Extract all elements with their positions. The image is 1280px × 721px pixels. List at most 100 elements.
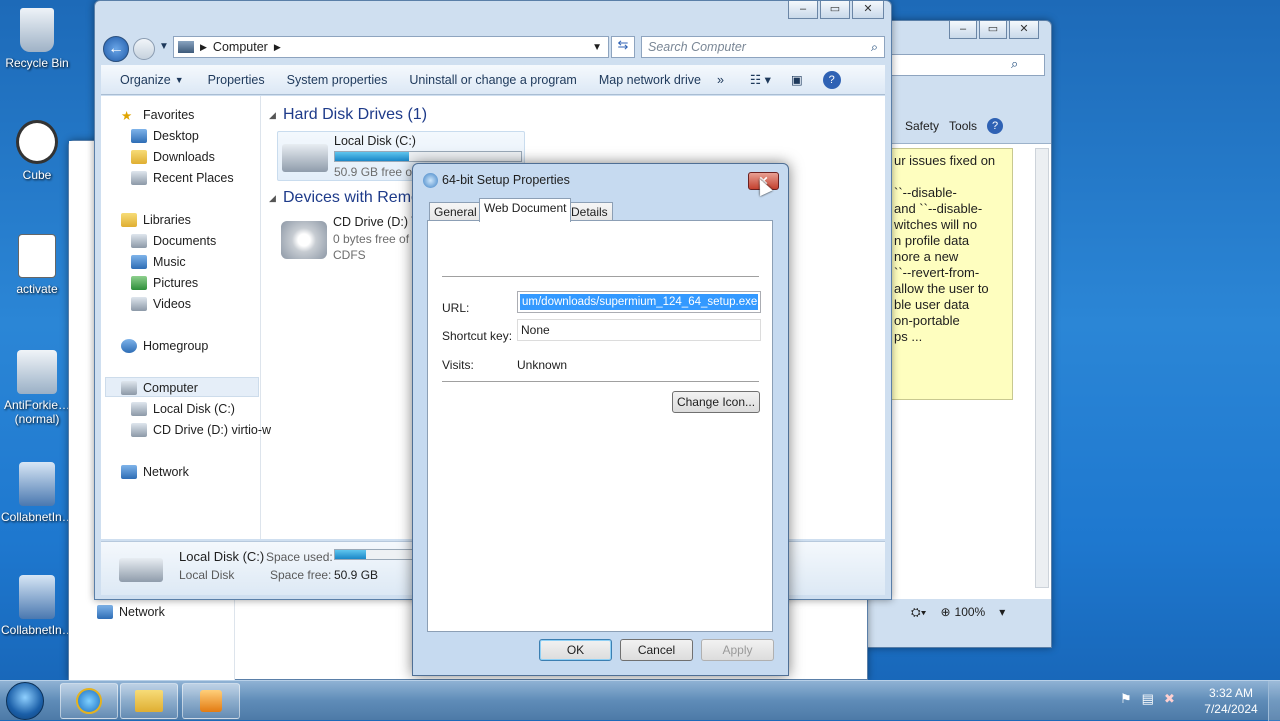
search-input[interactable]: Search Computer ⌕	[641, 36, 885, 58]
shortcut-key-field[interactable]: None	[517, 319, 761, 341]
desktop-icon	[131, 129, 147, 143]
taskbar-media-player[interactable]	[182, 683, 240, 719]
nav-downloads[interactable]: Downloads	[131, 150, 215, 164]
taskbar-internet-explorer[interactable]	[60, 683, 118, 719]
desktop-icon-collabnet-2[interactable]: CollabnetIn…	[1, 575, 74, 637]
search-icon[interactable]: ⌕	[871, 37, 878, 57]
search-icon[interactable]: ⌕	[1011, 56, 1018, 72]
desktop-icon-recycle-bin[interactable]: Recycle Bin	[1, 8, 73, 70]
properties-button[interactable]: Properties	[208, 73, 265, 87]
security-icon[interactable]: ⛭▾	[911, 605, 926, 620]
desktop-icon-antiforkie[interactable]: AntiForkie… (normal)	[1, 350, 73, 426]
uninstall-button[interactable]: Uninstall or change a program	[409, 73, 576, 87]
desktop-icon-label: CollabnetIn…	[1, 623, 74, 637]
preview-pane-icon[interactable]: ▣	[791, 72, 803, 87]
nav-network[interactable]: Network	[121, 465, 189, 479]
taskbar-explorer[interactable]	[120, 683, 178, 719]
tab-web-document[interactable]: Web Document	[479, 198, 572, 222]
nav-homegroup[interactable]: Homegroup	[121, 339, 208, 353]
chevron-down-icon[interactable]: ▼	[159, 41, 169, 52]
volume-muted-icon[interactable]: ✖	[1164, 691, 1175, 707]
nav-computer[interactable]: Computer	[121, 381, 198, 395]
nav-favorites[interactable]: ★ Favorites	[121, 108, 194, 123]
more-commands-button[interactable]: »	[717, 73, 724, 87]
apply-button[interactable]: Apply	[701, 639, 774, 661]
desktop-icon-cube[interactable]: Cube	[1, 120, 73, 182]
desktop-icon-label: Cube	[22, 168, 52, 182]
show-desktop-button[interactable]	[1268, 681, 1280, 721]
safety-menu[interactable]: Safety	[905, 119, 939, 133]
libraries-icon	[121, 213, 137, 227]
cancel-button[interactable]: Cancel	[620, 639, 693, 661]
close-button[interactable]: ✕	[1009, 21, 1039, 39]
space-used-fill	[335, 550, 367, 559]
network-tray-icon[interactable]: ▤	[1142, 691, 1154, 707]
dialog-title: 64-bit Setup Properties	[442, 173, 570, 187]
section-hard-disk-drives[interactable]: Hard Disk Drives (1)	[283, 106, 427, 124]
zoom-level[interactable]: 100%	[955, 605, 986, 619]
nav-documents[interactable]: Documents	[131, 234, 216, 248]
space-free-label: Space free:	[270, 568, 332, 582]
pictures-icon	[131, 276, 147, 290]
media-player-icon	[200, 690, 222, 712]
nav-cd-drive[interactable]: CD Drive (D:) virtio-w	[131, 423, 271, 437]
start-button[interactable]	[6, 682, 44, 720]
map-network-drive-button[interactable]: Map network drive	[599, 73, 701, 87]
help-icon[interactable]: ?	[822, 70, 841, 89]
chevron-down-icon[interactable]: ▼	[592, 42, 602, 53]
section-devices[interactable]: Devices with Remo	[283, 189, 420, 207]
maximize-button[interactable]: ▭	[979, 21, 1007, 39]
system-properties-button[interactable]: System properties	[287, 73, 388, 87]
tab-details[interactable]: Details	[566, 202, 613, 222]
refresh-button[interactable]: ⇆	[611, 36, 635, 58]
address-bar[interactable]	[891, 54, 1045, 76]
space-used-bar	[334, 549, 414, 560]
hard-drive-icon	[131, 402, 147, 416]
view-options-icon[interactable]: ☷ ▾	[750, 72, 771, 87]
change-icon-button[interactable]: Change Icon...	[672, 391, 760, 413]
tools-menu[interactable]: Tools	[949, 119, 977, 133]
breadcrumb[interactable]: Computer	[213, 40, 268, 54]
ok-button[interactable]: OK	[539, 639, 612, 661]
script-icon	[18, 234, 56, 278]
url-field[interactable]: um/downloads/supermium_124_64_setup.exe	[517, 291, 761, 313]
cube-icon	[16, 120, 58, 164]
nav-recent-places[interactable]: Recent Places	[131, 171, 234, 185]
collapse-arrow-icon[interactable]: ◢	[269, 110, 276, 121]
clock[interactable]: 3:32 AM 7/24/2024	[1196, 685, 1266, 717]
address-bar[interactable]: ▶ Computer ▶ ▼	[173, 36, 609, 58]
computer-icon	[178, 41, 194, 53]
organize-button[interactable]: Organize	[120, 73, 171, 87]
hard-drive-icon	[282, 144, 328, 172]
collapse-arrow-icon[interactable]: ◢	[269, 193, 276, 204]
chevron-down-icon[interactable]: ▾	[999, 605, 1005, 619]
forward-button[interactable]	[133, 38, 155, 60]
action-center-flag-icon[interactable]: ⚑	[1120, 691, 1132, 707]
desktop-icon-activate[interactable]: activate	[1, 234, 73, 296]
help-icon[interactable]: ?	[987, 118, 1004, 134]
close-button[interactable]: ✕	[852, 1, 884, 19]
homegroup-icon	[121, 339, 137, 353]
tab-general[interactable]: General	[429, 202, 482, 222]
disk-d-fs: CDFS	[333, 248, 366, 262]
zoom-icon: ⊕	[940, 605, 951, 619]
nav-network[interactable]: Network	[97, 605, 165, 619]
chevron-down-icon: ▼	[174, 74, 184, 85]
visits-value: Unknown	[517, 358, 568, 372]
note-box: ur issues fixed on ``--disable- and ``--…	[891, 148, 1013, 400]
nav-music[interactable]: Music	[131, 255, 186, 269]
minimize-button[interactable]: –	[949, 21, 977, 39]
desktop-icon-collabnet-1[interactable]: CollabnetIn…	[1, 462, 74, 524]
navigation-pane: ★ Favorites Desktop Downloads Recent Plac…	[101, 96, 271, 539]
nav-libraries[interactable]: Libraries	[121, 213, 191, 227]
desktop-icon-label: Recycle Bin	[5, 56, 69, 70]
nav-desktop[interactable]: Desktop	[131, 129, 199, 143]
scrollbar[interactable]	[1035, 148, 1049, 588]
nav-videos[interactable]: Videos	[131, 297, 191, 311]
back-button[interactable]: ←	[103, 36, 129, 62]
nav-pictures[interactable]: Pictures	[131, 276, 198, 290]
nav-local-disk[interactable]: Local Disk (C:)	[131, 402, 235, 416]
maximize-button[interactable]: ▭	[820, 1, 850, 19]
page-content: ur issues fixed on ``--disable- and ``--…	[891, 143, 1051, 599]
minimize-button[interactable]: –	[788, 1, 818, 19]
